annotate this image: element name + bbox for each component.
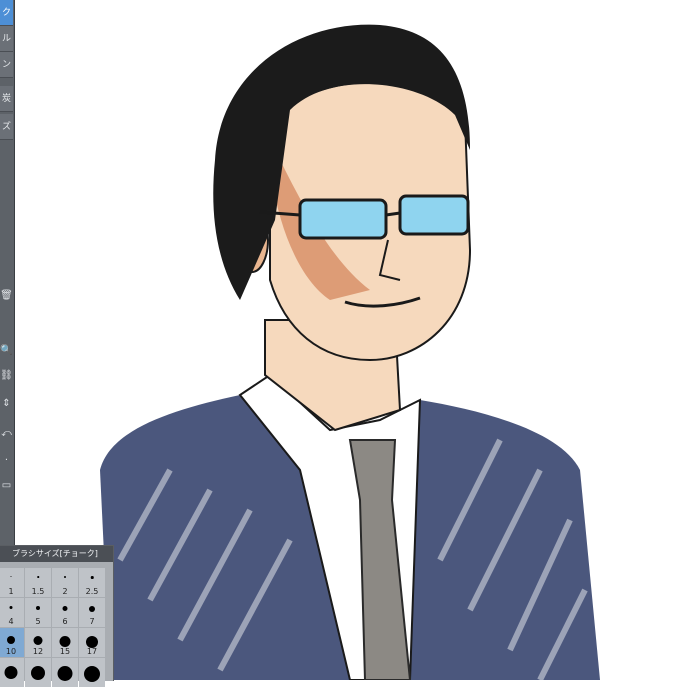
tool-tab-0[interactable]: ク bbox=[0, 0, 13, 26]
brush-size-dot-icon bbox=[64, 576, 66, 578]
brush-size-grid: 1 1.5 2 2.5 4 5 6 7 10 12 15 17 bbox=[0, 568, 113, 687]
brush-size-dot-icon bbox=[10, 576, 12, 577]
brush-size-option[interactable]: 4 bbox=[0, 598, 24, 627]
brush-size-label: 7 bbox=[89, 617, 95, 626]
brush-size-option[interactable]: 5 bbox=[25, 598, 51, 627]
brush-size-option[interactable]: 2.5 bbox=[79, 568, 105, 597]
tool-tab-1[interactable]: ル bbox=[0, 26, 13, 52]
brush-size-option[interactable]: 6 bbox=[52, 598, 78, 627]
brush-size-option[interactable] bbox=[52, 658, 78, 687]
dot-icon[interactable]: · bbox=[0, 450, 13, 472]
palette-title: ブラシサイズ[チョーク] bbox=[0, 546, 113, 562]
brush-size-option[interactable]: 10 bbox=[0, 628, 24, 657]
brush-size-dot-icon bbox=[33, 636, 43, 645]
tool-tab-3[interactable]: 炭 bbox=[0, 86, 13, 112]
brush-size-option[interactable]: 12 bbox=[25, 628, 51, 657]
brush-size-label: 5 bbox=[35, 617, 41, 626]
brush-size-dot-icon bbox=[62, 606, 68, 611]
brush-size-label: 6 bbox=[62, 617, 68, 626]
brush-size-dot-icon bbox=[37, 576, 39, 578]
tool-tab-4[interactable]: ズ bbox=[0, 114, 13, 140]
brush-size-option[interactable]: 1 bbox=[0, 568, 24, 597]
brush-size-option[interactable] bbox=[0, 658, 24, 687]
brush-size-option[interactable] bbox=[25, 658, 51, 687]
tool-tab-2[interactable]: ン bbox=[0, 52, 13, 78]
brush-size-dot-icon bbox=[31, 666, 45, 680]
zoom-icon[interactable]: 🔍 bbox=[0, 340, 13, 362]
brush-size-label: 15 bbox=[59, 647, 71, 656]
brush-size-dot-icon bbox=[89, 606, 95, 612]
brush-size-dot-icon bbox=[7, 636, 15, 644]
rect-icon[interactable]: ▭ bbox=[0, 475, 13, 497]
brush-size-dot-icon bbox=[57, 666, 73, 681]
brush-size-option[interactable]: 2 bbox=[52, 568, 78, 597]
brush-size-option[interactable] bbox=[79, 658, 105, 687]
brush-size-option[interactable]: 1.5 bbox=[25, 568, 51, 597]
transform-icon[interactable]: ⤺ bbox=[0, 423, 13, 445]
brush-size-dot-icon bbox=[59, 636, 71, 647]
brush-size-option[interactable]: 7 bbox=[79, 598, 105, 627]
brush-size-dot-icon bbox=[4, 666, 18, 679]
link-icon[interactable]: ⛓ bbox=[0, 365, 13, 387]
brush-size-option[interactable]: 15 bbox=[52, 628, 78, 657]
brush-size-option[interactable]: 17 bbox=[79, 628, 105, 657]
trash-icon[interactable]: 🗑 bbox=[0, 285, 13, 307]
brush-size-label: 12 bbox=[32, 647, 44, 656]
brush-size-dot-icon bbox=[90, 576, 94, 579]
brush-size-label: 1 bbox=[8, 587, 14, 596]
brush-size-label: 2.5 bbox=[85, 587, 99, 596]
brush-size-palette: ブラシサイズ[チョーク] 1 1.5 2 2.5 4 5 6 7 10 12 15 17 bbox=[0, 545, 114, 687]
brush-size-dot-icon bbox=[9, 606, 13, 609]
brush-size-label: 2 bbox=[62, 587, 68, 596]
brush-size-dot-icon bbox=[36, 606, 40, 610]
stepper-icon[interactable]: ⇕ bbox=[0, 393, 13, 415]
brush-size-label: 4 bbox=[8, 617, 14, 626]
brush-size-label: 10 bbox=[5, 647, 17, 656]
brush-size-label: 17 bbox=[86, 647, 98, 656]
brush-size-label: 1.5 bbox=[31, 587, 45, 596]
